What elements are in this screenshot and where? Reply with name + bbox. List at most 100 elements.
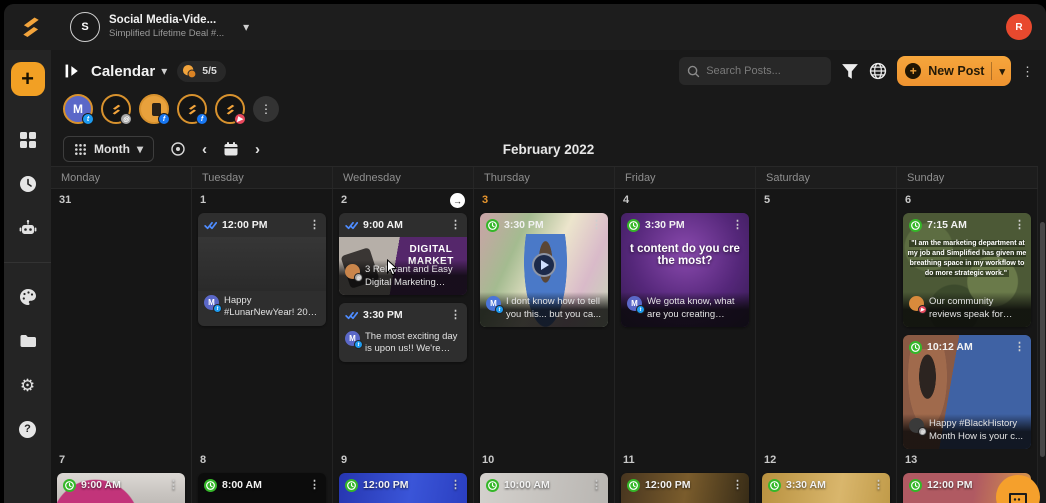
calendar-cell-6[interactable]: 6 7:15 AM⋮"I am the marketing department … <box>897 189 1038 449</box>
post-card[interactable]: 3:30 PM⋮MtThe most exciting day is upon … <box>339 303 467 362</box>
settings-gear-icon[interactable]: ⚙ <box>19 376 37 394</box>
post-more-icon[interactable]: ⋮ <box>450 310 461 321</box>
globe-icon[interactable] <box>869 62 887 80</box>
scheduled-icon <box>909 219 922 232</box>
post-card[interactable]: 8:00 AM⋮ <box>198 473 326 503</box>
account-avatar-1[interactable]: Mt <box>63 94 93 124</box>
post-card[interactable]: 9:00 AM⋮DIGITAL MARKET◎3 Relevant and Ea… <box>339 213 467 295</box>
new-post-button[interactable]: + New Post ▾ <box>897 56 1011 86</box>
ai-robot-icon[interactable] <box>19 219 37 237</box>
calendar-cell-3[interactable]: 33:30 PM⋮MtI dont know how to tell you t… <box>474 189 615 449</box>
video-play-icon[interactable] <box>532 253 556 277</box>
calendar-cell-9[interactable]: 912:00 PM⋮ <box>333 449 474 503</box>
post-card[interactable]: 12:00 PM⋮MtHappy #LunarNewYear! 2022 is … <box>198 213 326 326</box>
design-palette-icon[interactable] <box>19 288 37 306</box>
date-number: 4 <box>623 194 629 206</box>
post-card[interactable]: 12:00 PM⋮ <box>621 473 749 503</box>
post-caption: MtHappy #LunarNewYear! 2022 is the Year … <box>198 291 326 326</box>
content-area: Calendar ▾ 5/5 Search Posts... <box>51 50 1046 503</box>
date-number: 2 <box>341 194 347 206</box>
filter-icon[interactable] <box>841 62 859 80</box>
twitter-badge-icon: t <box>636 305 645 314</box>
post-more-icon[interactable]: ⋮ <box>873 480 884 491</box>
twitter-badge-icon: t <box>354 340 363 349</box>
workspace-switcher[interactable]: S Social Media-Vide... Simplified Lifeti… <box>70 12 249 42</box>
post-more-icon[interactable]: ⋮ <box>309 220 320 231</box>
post-card[interactable]: 9:00 AM ⋮ <box>57 473 185 503</box>
calendar-cell-1[interactable]: 112:00 PM⋮MtHappy #LunarNewYear! 2022 is… <box>192 189 333 449</box>
account-avatar-2[interactable]: ◎ <box>101 94 131 124</box>
post-time: 9:00 AM <box>81 479 121 491</box>
account-avatar-4[interactable]: f <box>177 94 207 124</box>
calendar-dropdown-icon[interactable]: ▾ <box>161 64 167 78</box>
published-icon <box>204 219 217 232</box>
recent-clock-icon[interactable] <box>19 175 37 193</box>
calendar-cell-31[interactable]: 31 <box>51 189 192 449</box>
date-number: 6 <box>905 194 911 206</box>
scrollbar-thumb[interactable] <box>1040 222 1045 457</box>
post-more-icon[interactable]: ⋮ <box>591 480 602 491</box>
calendar-cell-2[interactable]: 2 → 9:00 AM⋮DIGITAL MARKET◎3 Relevant and … <box>333 189 474 449</box>
calendar-cell-11[interactable]: 1112:00 PM⋮ <box>615 449 756 503</box>
scheduled-icon <box>909 341 922 354</box>
scheduled-icon <box>345 479 358 492</box>
caption-overlay: ◎Happy #BlackHistory Month How is your c… <box>903 414 1031 449</box>
post-more-icon[interactable]: ⋮ <box>1014 220 1025 231</box>
calendar-icon[interactable] <box>223 141 239 157</box>
view-selector-button[interactable]: Month ▾ <box>63 136 154 162</box>
account-avatar-3[interactable]: f <box>139 94 169 124</box>
post-more-icon[interactable]: ⋮ <box>309 480 320 491</box>
collapse-sidebar-icon[interactable] <box>63 62 81 80</box>
facebook-badge-icon: f <box>196 113 208 125</box>
calendar-cell-7[interactable]: 79:00 AM⋮ <box>51 449 192 503</box>
search-icon <box>687 65 700 78</box>
calendar-cell-8[interactable]: 88:00 AM⋮ <box>192 449 333 503</box>
post-card[interactable]: 12:00 PM⋮ <box>339 473 467 503</box>
post-card[interactable]: 3:30 PM⋮t content do you cre the most?Mt… <box>621 213 749 327</box>
next-month-icon[interactable]: › <box>255 142 260 157</box>
post-more-icon[interactable]: ⋮ <box>450 480 461 491</box>
post-card[interactable]: 3:30 AM⋮ <box>762 473 890 503</box>
date-number: 10 <box>482 454 494 466</box>
calendar-toolbar: Month ▾ ‹ › February 2022 <box>51 132 1046 166</box>
post-time: 10:12 AM <box>927 341 973 353</box>
simplified-logo-icon[interactable] <box>18 14 44 40</box>
apps-grid-icon[interactable] <box>19 131 37 149</box>
scheduled-icon <box>768 479 781 492</box>
header-more-icon[interactable]: ⋮ <box>1021 65 1034 78</box>
post-more-icon[interactable]: ⋮ <box>732 480 743 491</box>
calendar-cell-4[interactable]: 43:30 PM⋮t content do you cre the most?M… <box>615 189 756 449</box>
prev-month-icon[interactable]: ‹ <box>202 142 207 157</box>
calendar-cell-12[interactable]: 123:30 AM⋮ <box>756 449 897 503</box>
credits-badge[interactable]: 5/5 <box>177 61 226 82</box>
post-more-icon[interactable]: ⋮ <box>591 220 602 231</box>
post-card[interactable]: 3:30 PM⋮MtI dont know how to tell you th… <box>480 213 608 327</box>
help-icon[interactable]: ? <box>19 420 37 438</box>
search-input[interactable]: Search Posts... <box>679 57 831 85</box>
post-more-icon[interactable]: ⋮ <box>168 480 179 491</box>
workspace-subtitle: Simplified Lifetime Deal #... <box>109 28 224 39</box>
page-header: Calendar ▾ 5/5 Search Posts... <box>51 50 1046 92</box>
calendar-cell-10[interactable]: 10 10:00 AM⋮ <box>474 449 615 503</box>
scheduled-icon <box>909 479 922 492</box>
post-card[interactable]: 10:00 AM⋮ <box>480 473 608 503</box>
post-card[interactable]: 10:12 AM ⋮ ◎Happy #BlackHistory Month How … <box>903 335 1031 449</box>
arrow-circle-icon[interactable]: → <box>450 193 465 208</box>
folder-icon[interactable] <box>19 332 37 350</box>
post-more-icon[interactable]: ⋮ <box>1014 342 1025 353</box>
post-more-icon[interactable]: ⋮ <box>732 220 743 231</box>
new-post-label: New Post <box>928 64 984 78</box>
simplified-logo-icon <box>186 103 199 116</box>
calendar-cell-5[interactable]: 5 <box>756 189 897 449</box>
new-post-dropdown-icon[interactable]: ▾ <box>999 65 1005 78</box>
chevron-down-icon[interactable]: ▾ <box>243 20 249 34</box>
account-avatar-5[interactable]: ▶ <box>215 94 245 124</box>
post-card[interactable]: 7:15 AM⋮"I am the marketing department a… <box>903 213 1031 327</box>
post-more-icon[interactable]: ⋮ <box>450 220 461 231</box>
month-title: February 2022 <box>51 142 1046 157</box>
today-target-icon[interactable] <box>170 141 186 157</box>
accounts-more-button[interactable]: ⋮ <box>253 96 279 122</box>
create-new-button[interactable]: + <box>11 62 45 96</box>
day-header-sunday: Sunday <box>897 167 1038 188</box>
user-avatar[interactable]: R <box>1006 14 1032 40</box>
